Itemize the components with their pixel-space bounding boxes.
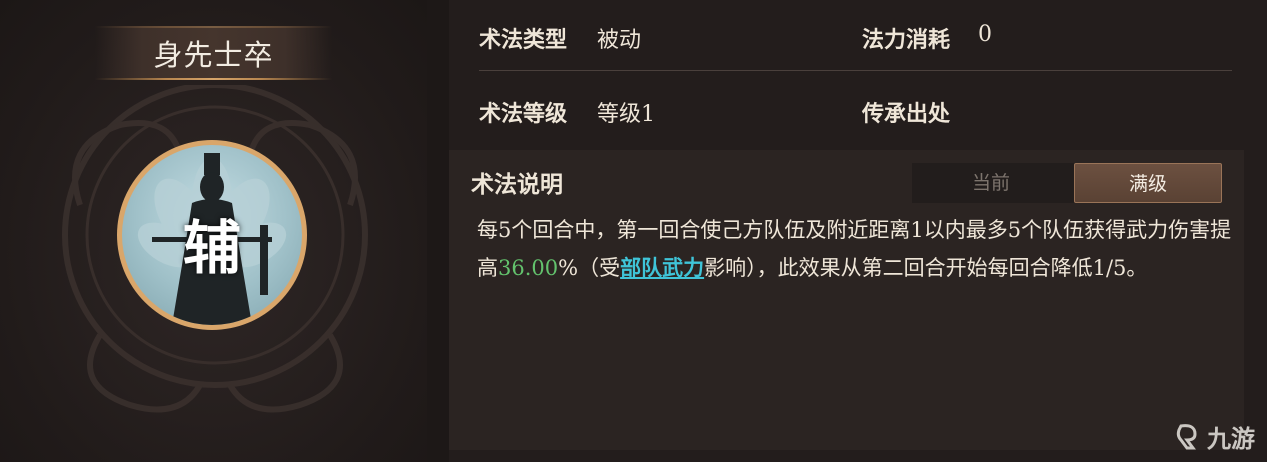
desc-text-after: 影响），此效果从第二回合开始每回合降低1/5。	[704, 256, 1148, 280]
cost-value: 0	[978, 22, 992, 47]
jiuyou-logo-icon	[1176, 423, 1197, 449]
type-label: 术法类型	[479, 27, 568, 53]
level-label: 术法等级	[479, 101, 568, 127]
portrait-image: 辅	[122, 145, 302, 325]
row-divider	[479, 70, 1232, 71]
skill-title-plate: 身先士卒	[95, 26, 332, 80]
skill-name: 身先士卒	[153, 38, 274, 72]
skill-attributes: 术法类型 被动 法力消耗 0 术法等级 等级1 传承出处	[449, 0, 1267, 140]
watermark: 九游	[1173, 419, 1255, 454]
description-text: 每5个回合中，第一回合使己方队伍及附近距离1以内最多5个队伍获得武力伤害提高36…	[477, 212, 1237, 287]
troop-force-link[interactable]: 部队武力	[620, 255, 704, 280]
description-panel: 术法说明 当前 满级 每5个回合中，第一回合使己方队伍及附近距离1以内最多5个队…	[449, 150, 1244, 450]
watermark-text: 九游	[1207, 424, 1255, 453]
level-tabs: 当前 满级	[912, 163, 1222, 203]
desc-text-mid: %（受	[558, 256, 621, 280]
portrait-role-char: 辅	[182, 214, 241, 282]
highlight-value: 36.00	[498, 256, 559, 280]
origin-label: 传承出处	[862, 101, 951, 127]
skill-portrait: 辅	[117, 140, 307, 330]
tab-current[interactable]: 当前	[912, 163, 1070, 203]
tab-max-level[interactable]: 满级	[1074, 163, 1222, 203]
skill-portrait-panel: 身先士卒 辅	[0, 0, 427, 462]
level-value: 等级1	[597, 102, 655, 127]
type-value: 被动	[597, 28, 642, 53]
description-title: 术法说明	[471, 171, 563, 198]
cost-label: 法力消耗	[862, 27, 951, 53]
panel-divider	[427, 0, 449, 462]
